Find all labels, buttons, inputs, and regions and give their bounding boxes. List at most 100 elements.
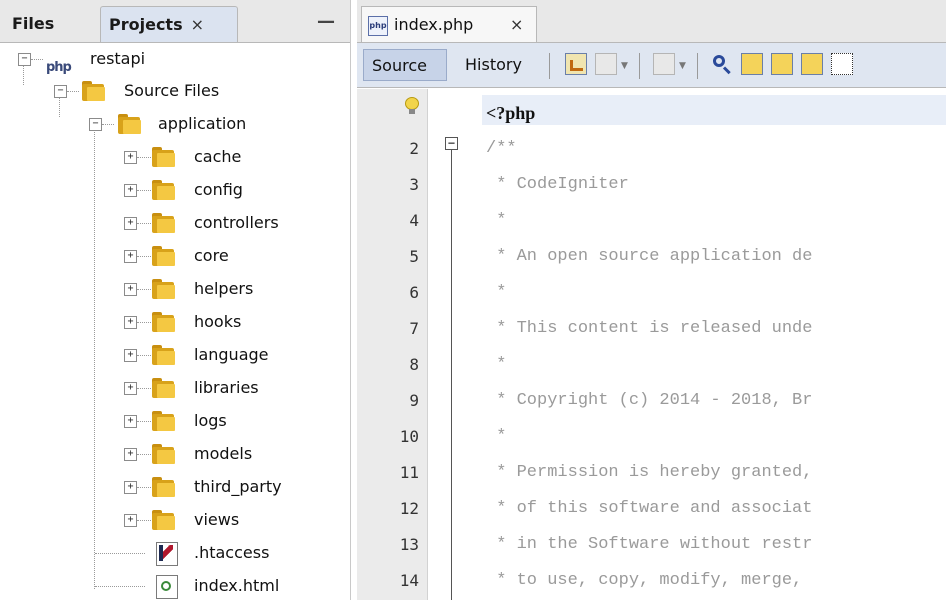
toggle-highlight-icon[interactable] (801, 53, 823, 75)
tree-connector (137, 256, 151, 257)
line-number: 9 (409, 391, 419, 410)
tab-history-label: History (465, 55, 522, 74)
tree-item-folder[interactable]: + third_party (0, 471, 350, 503)
tree-connector (137, 487, 151, 488)
tree-item-file[interactable]: index.html (0, 570, 350, 600)
htaccess-file-icon (156, 542, 178, 566)
tree-item-label: core (194, 246, 229, 265)
line-number: 6 (409, 283, 419, 302)
tree-item-file[interactable]: .htaccess (0, 537, 350, 569)
projects-panel: Files Projects × — − php restapi − Source… (0, 0, 351, 600)
editor-panel: php index.php × Source History ▼ ▼ 2 3 4… (357, 0, 946, 600)
expand-icon[interactable]: + (124, 217, 137, 230)
back-icon[interactable] (595, 53, 617, 75)
search-icon[interactable] (711, 53, 733, 75)
tree-item-folder[interactable]: + models (0, 438, 350, 470)
tree-connector (95, 586, 145, 587)
tab-history[interactable]: History (457, 49, 535, 81)
tree-connector (67, 91, 79, 92)
forward-icon[interactable] (653, 53, 675, 75)
collapse-icon[interactable]: − (18, 53, 31, 66)
expand-icon[interactable]: + (124, 448, 137, 461)
code-line: /** (486, 139, 517, 158)
expand-icon[interactable]: + (124, 151, 137, 164)
code-line: * CodeIgniter (486, 175, 629, 194)
tree-item-label: hooks (194, 312, 242, 331)
expand-icon[interactable]: + (124, 250, 137, 263)
tree-item-source-files[interactable]: − Source Files (0, 75, 350, 107)
code-line: * (486, 427, 507, 446)
tree-item-label: config (194, 180, 243, 199)
tree-connector (137, 454, 151, 455)
lightbulb-hint-icon[interactable] (405, 97, 419, 115)
folder-icon (152, 444, 178, 464)
tree-item-label: libraries (194, 378, 259, 397)
expand-icon[interactable]: + (124, 283, 137, 296)
folder-icon (152, 213, 178, 233)
expand-icon[interactable]: + (124, 349, 137, 362)
tree-item-folder[interactable]: + config (0, 174, 350, 206)
expand-icon[interactable]: + (124, 514, 137, 527)
collapse-icon[interactable]: − (89, 118, 102, 131)
expand-icon[interactable]: + (124, 415, 137, 428)
tab-files-label: Files (12, 14, 55, 33)
collapse-icon[interactable]: − (54, 85, 67, 98)
tree-item-folder[interactable]: + views (0, 504, 350, 536)
code-line: * to use, copy, modify, merge, (486, 571, 803, 590)
tree-item-label: language (194, 345, 269, 364)
line-number: 10 (399, 427, 419, 446)
tree-item-folder[interactable]: + language (0, 339, 350, 371)
fold-collapse-icon[interactable]: − (445, 137, 458, 150)
fold-range-line (451, 150, 452, 600)
tree-connector (31, 59, 43, 60)
panel-tab-bar: Files Projects × — (0, 0, 350, 43)
expand-icon[interactable]: + (124, 184, 137, 197)
tree-item-folder[interactable]: + libraries (0, 372, 350, 404)
tree-item-folder[interactable]: + hooks (0, 306, 350, 338)
tree-item-restapi[interactable]: − php restapi (0, 43, 350, 75)
line-number: 11 (399, 463, 419, 482)
tab-projects[interactable]: Projects × (100, 6, 238, 42)
folder-icon (152, 477, 178, 497)
folder-icon (152, 147, 178, 167)
folder-icon (152, 510, 178, 530)
chevron-down-icon[interactable]: ▼ (621, 61, 628, 71)
tab-source[interactable]: Source (363, 49, 447, 81)
expand-icon[interactable]: + (124, 382, 137, 395)
current-line-highlight (482, 95, 946, 125)
find-next-icon[interactable] (771, 53, 793, 75)
tree-connector (137, 223, 151, 224)
tab-files[interactable]: Files (4, 6, 96, 42)
tree-connector (137, 388, 151, 389)
tree-item-label: logs (194, 411, 227, 430)
line-number: 5 (409, 247, 419, 266)
code-editor[interactable]: <?php /** * CodeIgniter * * An open sour… (482, 89, 946, 600)
tree-item-folder[interactable]: + controllers (0, 207, 350, 239)
line-number: 2 (409, 139, 419, 158)
tab-index-php[interactable]: php index.php × (361, 6, 537, 42)
folder-icon (152, 345, 178, 365)
rectangular-selection-icon[interactable] (831, 53, 853, 75)
tree-item-label: restapi (90, 49, 146, 68)
tree-item-application[interactable]: − application (0, 108, 350, 140)
tree-item-folder[interactable]: + helpers (0, 273, 350, 305)
expand-icon[interactable]: + (124, 316, 137, 329)
source-folder-icon (82, 81, 108, 101)
close-icon[interactable]: × (191, 15, 204, 34)
code-line: * (486, 211, 507, 230)
find-previous-icon[interactable] (741, 53, 763, 75)
close-icon[interactable]: × (510, 7, 523, 43)
last-edit-icon[interactable] (565, 53, 587, 75)
tree-connector (137, 322, 151, 323)
code-line: * This content is released unde (486, 319, 813, 338)
tree-item-folder[interactable]: + logs (0, 405, 350, 437)
editor-toolbar: Source History ▼ ▼ (357, 42, 946, 88)
expand-icon[interactable]: + (124, 481, 137, 494)
tree-item-folder[interactable]: + core (0, 240, 350, 272)
chevron-down-icon[interactable]: ▼ (679, 61, 686, 71)
toolbar-separator (639, 53, 640, 79)
minimize-button[interactable]: — (314, 10, 338, 34)
tree-item-folder[interactable]: + cache (0, 141, 350, 173)
tree-item-label: .htaccess (194, 543, 270, 562)
tree-item-label: third_party (194, 477, 282, 496)
